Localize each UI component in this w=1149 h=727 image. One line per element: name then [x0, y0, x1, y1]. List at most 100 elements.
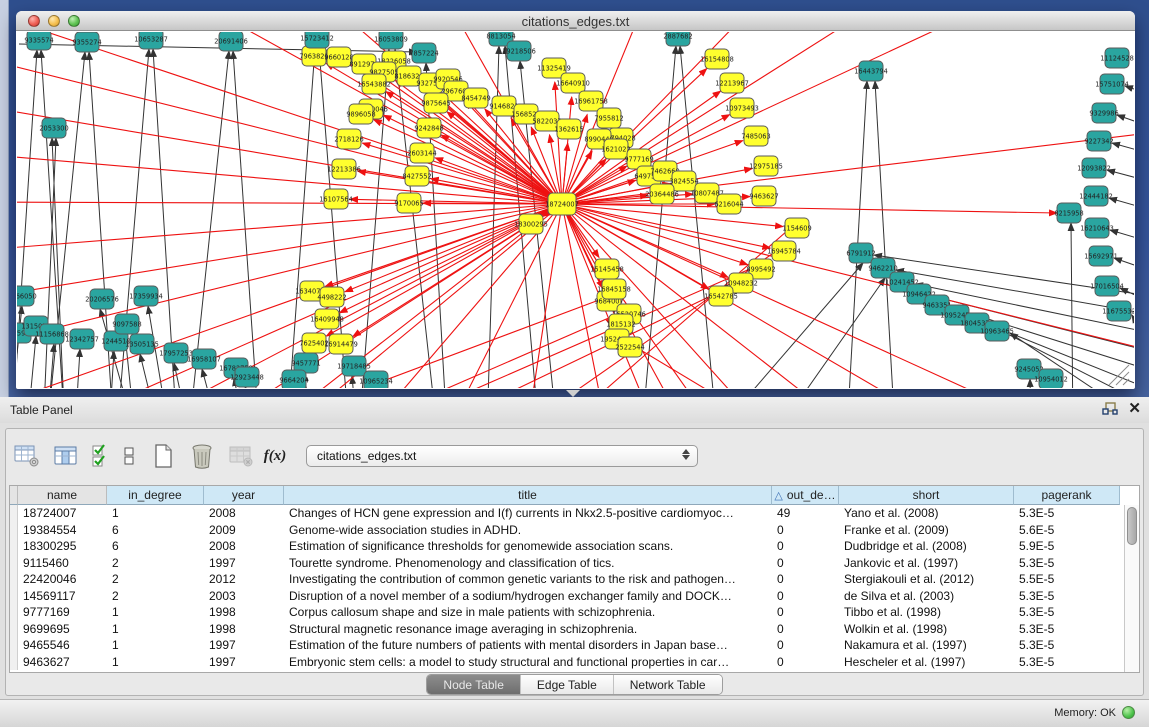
tab-network-table[interactable]: Network Table	[614, 675, 722, 694]
network-node[interactable]: 9355274	[72, 32, 101, 52]
table-row[interactable]: 977716911998Corpus callosum shape and si…	[10, 604, 1139, 621]
network-node[interactable]: 9463627	[749, 186, 778, 206]
network-node[interactable]: 7955812	[594, 108, 623, 128]
close-panel-icon[interactable]: ✕	[1128, 401, 1141, 417]
column-header-title[interactable]: title	[284, 486, 772, 505]
column-header-year[interactable]: year	[204, 486, 284, 505]
network-node[interactable]: 18300295	[514, 214, 548, 234]
show-columns-icon[interactable]	[51, 440, 81, 472]
network-node[interactable]: 15692971	[1084, 246, 1118, 266]
network-node[interactable]: 8427552	[402, 166, 431, 186]
network-node[interactable]: 8215958	[1054, 203, 1083, 223]
network-node[interactable]: 16914479	[324, 334, 358, 354]
network-node[interactable]: 12444182	[1079, 186, 1113, 206]
network-node[interactable]: 11156868	[35, 324, 69, 344]
citation-network-graph[interactable]: 7963822 9660128 8912976 18226058 9827505…	[17, 32, 1134, 388]
tab-node-table[interactable]: Node Table	[427, 675, 521, 694]
table-row[interactable]: 2242004622012Investigating the contribut…	[10, 571, 1139, 588]
table-row[interactable]: 1456911722003Disruption of a novel membe…	[10, 588, 1139, 605]
network-node[interactable]: 1362615	[554, 119, 583, 139]
network-node[interactable]: 9097588	[112, 314, 141, 334]
network-node[interactable]: 12923448	[230, 367, 264, 387]
network-node[interactable]: 16409948	[310, 309, 344, 329]
panel-splitter-handle[interactable]	[566, 390, 580, 397]
column-header-short[interactable]: short	[839, 486, 1014, 505]
network-node[interactable]: 12213386	[327, 159, 361, 179]
network-node[interactable]: 2718126	[334, 129, 363, 149]
network-node[interactable]: 16958107	[187, 349, 221, 369]
network-node[interactable]: 4498222	[317, 287, 346, 307]
scrollbar-thumb[interactable]	[1127, 507, 1137, 545]
network-node[interactable]: 9242848	[414, 118, 443, 138]
network-node[interactable]: 12342757	[65, 329, 99, 349]
network-node[interactable]: 16107564	[319, 189, 353, 209]
network-node[interactable]: 10965234	[359, 371, 393, 388]
table-select-dropdown[interactable]: citations_edges.txt	[306, 445, 698, 467]
network-node[interactable]: 16640910	[556, 73, 590, 93]
network-node[interactable]: 9329986	[1089, 103, 1118, 123]
network-node[interactable]: 15751074	[1095, 74, 1129, 94]
network-window-titlebar[interactable]: citations_edges.txt	[16, 11, 1135, 31]
network-node[interactable]: 9227342	[1084, 131, 1113, 151]
network-node[interactable]: 20364486	[645, 184, 679, 204]
network-node[interactable]: 1154609	[782, 218, 811, 238]
network-node[interactable]: 9875645	[421, 93, 450, 113]
network-canvas[interactable]: 7963822 9660128 8912976 18226058 9827505…	[17, 32, 1134, 388]
network-node[interactable]: 6216044	[714, 194, 743, 214]
column-header-name[interactable]: name	[18, 486, 107, 505]
new-table-icon[interactable]	[148, 440, 178, 472]
table-row[interactable]: 969969511998Structural magnetic resonanc…	[10, 621, 1139, 638]
network-node[interactable]: 15723412	[300, 32, 334, 48]
network-node[interactable]: 2053300	[39, 118, 68, 138]
float-panel-icon[interactable]	[1102, 402, 1118, 416]
network-node[interactable]: 11124528	[1100, 48, 1134, 68]
network-node[interactable]: 16945784	[767, 241, 801, 261]
network-node[interactable]: 9335574	[24, 32, 53, 50]
table-row[interactable]: 1830029562008Estimation of significance …	[10, 538, 1139, 555]
network-node[interactable]: 16845158	[597, 279, 631, 299]
network-node[interactable]: 12975185	[749, 156, 783, 176]
memory-ok-indicator[interactable]	[1122, 706, 1135, 719]
table-row[interactable]: 946554611997Estimation of the future num…	[10, 637, 1139, 654]
network-node[interactable]: 18724007	[545, 193, 579, 215]
table-row[interactable]: 911546021997Tourette syndrome. Phenomeno…	[10, 555, 1139, 572]
tab-edge-table[interactable]: Edge Table	[521, 675, 614, 694]
network-node[interactable]: 2603144	[407, 143, 436, 163]
network-node[interactable]: 10963465	[980, 321, 1014, 341]
network-node[interactable]: 9170065	[394, 193, 423, 213]
column-header-pagerank[interactable]: pagerank	[1014, 486, 1120, 505]
network-node[interactable]: 2887682	[663, 32, 692, 46]
delete-table-icon[interactable]	[187, 440, 217, 472]
function-builder-icon[interactable]: f(x)	[265, 440, 285, 472]
network-node[interactable]: 7485063	[741, 126, 770, 146]
network-node[interactable]: 16443794	[854, 61, 888, 81]
network-node[interactable]: 2522544	[615, 337, 644, 357]
network-node[interactable]: 9664204	[279, 370, 308, 388]
select-columns-icon[interactable]	[90, 440, 110, 472]
table-settings-icon[interactable]	[12, 440, 42, 472]
rows-icon[interactable]	[119, 440, 139, 472]
column-header-in_degree[interactable]: in_degree	[107, 486, 204, 505]
network-node[interactable]: 10954012	[1034, 369, 1068, 388]
network-node[interactable]: 10973493	[725, 98, 759, 118]
network-node[interactable]: 8454749	[461, 88, 490, 108]
table-row[interactable]: 1872400712008Changes of HCN gene express…	[10, 505, 1139, 522]
network-node[interactable]: 16542785	[704, 286, 738, 306]
table-row[interactable]: 946362711997Embryonic stem cells: a mode…	[10, 654, 1139, 671]
network-node[interactable]: 17359934	[129, 286, 163, 306]
network-node[interactable]: 17016504	[1090, 276, 1124, 296]
network-node[interactable]: 2166050	[17, 286, 37, 306]
table-vertical-scrollbar[interactable]	[1124, 505, 1139, 672]
canvas-resize-grip[interactable]	[1109, 365, 1129, 385]
network-node[interactable]: 7857224	[409, 43, 438, 63]
column-header-out_de[interactable]: △out_de…	[772, 486, 839, 505]
network-node[interactable]: 9896058	[346, 104, 375, 124]
network-node[interactable]: 16543882	[357, 74, 391, 94]
network-node[interactable]: 13505135	[125, 334, 159, 354]
network-node[interactable]: 20206576	[85, 289, 119, 309]
network-node[interactable]: 11675532	[1102, 301, 1134, 321]
network-node[interactable]: 15145458	[590, 259, 624, 279]
network-node[interactable]: 16210643	[1080, 218, 1114, 238]
network-node[interactable]: 12213967	[715, 73, 749, 93]
table-row[interactable]: 1938455462009Genome-wide association stu…	[10, 522, 1139, 539]
